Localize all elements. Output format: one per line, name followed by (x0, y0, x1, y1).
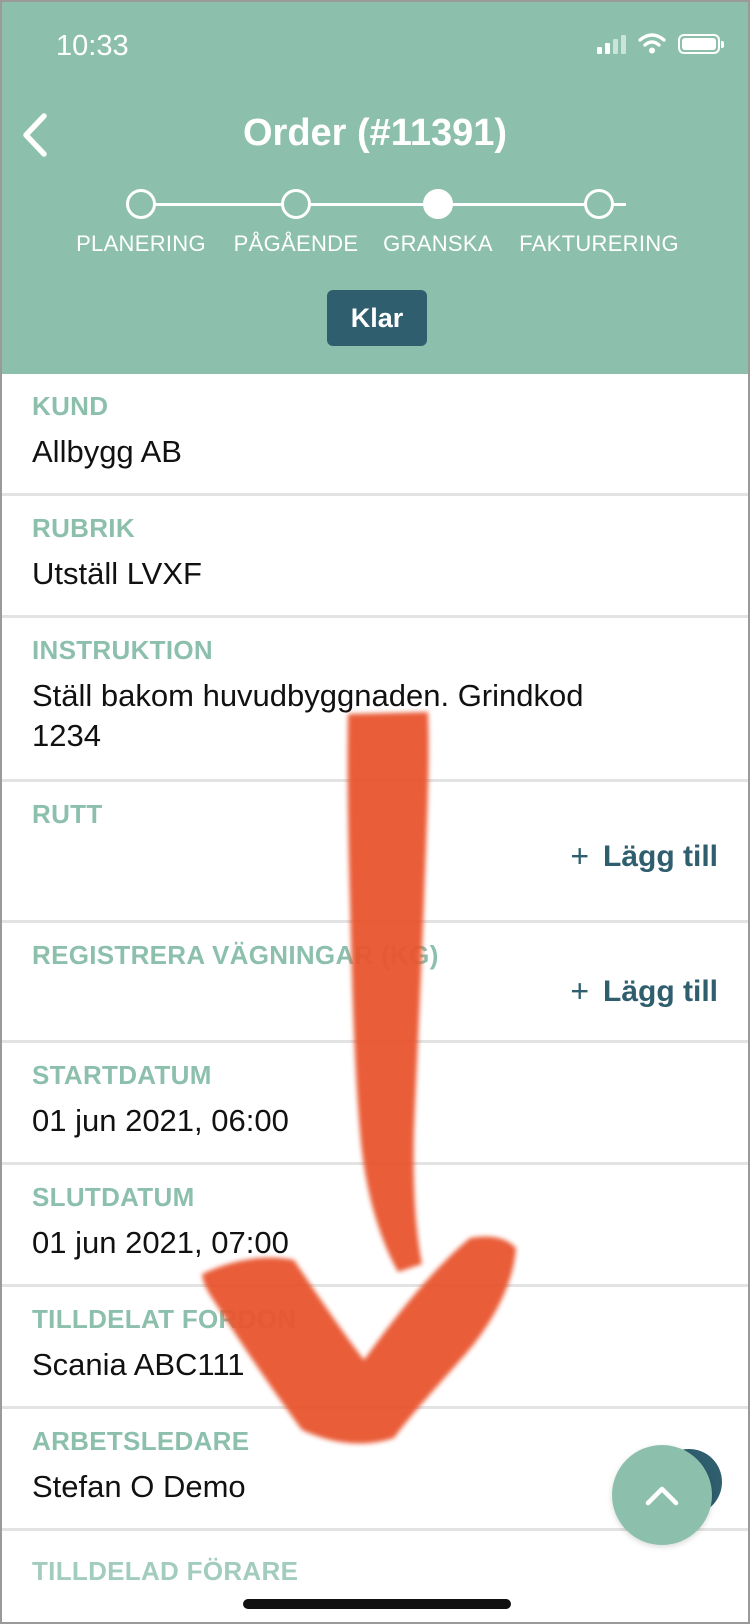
field-value: Ställ bakom huvudbyggnaden. Grindkod 123… (32, 676, 718, 756)
add-route-button[interactable]: + Lägg till (570, 838, 718, 875)
field-rubrik[interactable]: RUBRIK Utställ LVXF (2, 496, 748, 618)
add-label: Lägg till (603, 974, 718, 1008)
progress-track (138, 203, 626, 206)
field-rutt: RUTT + Lägg till (2, 782, 748, 923)
field-label: ARBETSLEDARE (32, 1426, 250, 1456)
field-value: 01 jun 2021, 06:00 (32, 1103, 289, 1138)
step-dot (281, 189, 311, 219)
step-dot (126, 189, 156, 219)
plus-icon: + (570, 838, 589, 874)
plus-icon: + (570, 973, 589, 1009)
add-label: Lägg till (603, 839, 718, 873)
signal-icon (597, 32, 626, 54)
step-label: FAKTURERING (519, 231, 679, 256)
add-weighing-button[interactable]: + Lägg till (570, 973, 718, 1010)
field-tilldelad-forare[interactable]: TILLDELAD FÖRARE (2, 1531, 748, 1591)
instruction-line: 1234 (32, 718, 101, 753)
field-kund[interactable]: KUND Allbygg AB (2, 374, 748, 496)
status-time: 10:33 (56, 30, 129, 62)
field-label: TILLDELAD FÖRARE (32, 1556, 299, 1586)
field-label: REGISTRERA VÄGNINGAR (KG) (32, 940, 439, 970)
field-label: RUTT (32, 799, 103, 829)
field-label: SLUTDATUM (32, 1182, 195, 1212)
step-dot-active (423, 189, 453, 219)
scroll-to-top-button[interactable] (612, 1445, 712, 1545)
field-value: Scania ABC111 (32, 1347, 245, 1382)
field-label: RUBRIK (32, 513, 135, 543)
field-value: Allbygg AB (32, 434, 182, 469)
order-details: KUND Allbygg AB RUBRIK Utställ LVXF INST… (2, 374, 748, 1591)
home-indicator (243, 1599, 511, 1609)
instruction-line: Ställ bakom huvudbyggnaden. Grindkod (32, 678, 584, 713)
wifi-icon (638, 33, 666, 54)
field-value: Utställ LVXF (32, 556, 202, 591)
page-title: Order (#11391) (242, 112, 508, 154)
field-vagningar: REGISTRERA VÄGNINGAR (KG) + Lägg till (2, 923, 748, 1043)
field-label: KUND (32, 391, 109, 421)
step-dot (584, 189, 614, 219)
field-slutdatum[interactable]: SLUTDATUM 01 jun 2021, 07:00 (2, 1165, 748, 1287)
status-icons (597, 32, 724, 54)
done-button[interactable]: Klar (327, 290, 427, 346)
field-label: STARTDATUM (32, 1060, 212, 1090)
order-header: 10:33 Order (#11391) PLANERING PÅGÅENDE (2, 2, 748, 374)
field-value: 01 jun 2021, 07:00 (32, 1225, 289, 1260)
field-label: TILLDELAT FORDON (32, 1304, 297, 1334)
field-tilldelat-fordon[interactable]: TILLDELAT FORDON Scania ABC111 (2, 1287, 748, 1409)
field-label: INSTRUKTION (32, 635, 213, 665)
battery-icon (678, 34, 724, 54)
app-screen: 10:33 Order (#11391) PLANERING PÅGÅENDE (0, 0, 750, 1624)
chevron-up-icon (645, 1486, 679, 1506)
field-startdatum[interactable]: STARTDATUM 01 jun 2021, 06:00 (2, 1043, 748, 1165)
field-instruktion[interactable]: INSTRUKTION Ställ bakom huvudbyggnaden. … (2, 618, 748, 782)
